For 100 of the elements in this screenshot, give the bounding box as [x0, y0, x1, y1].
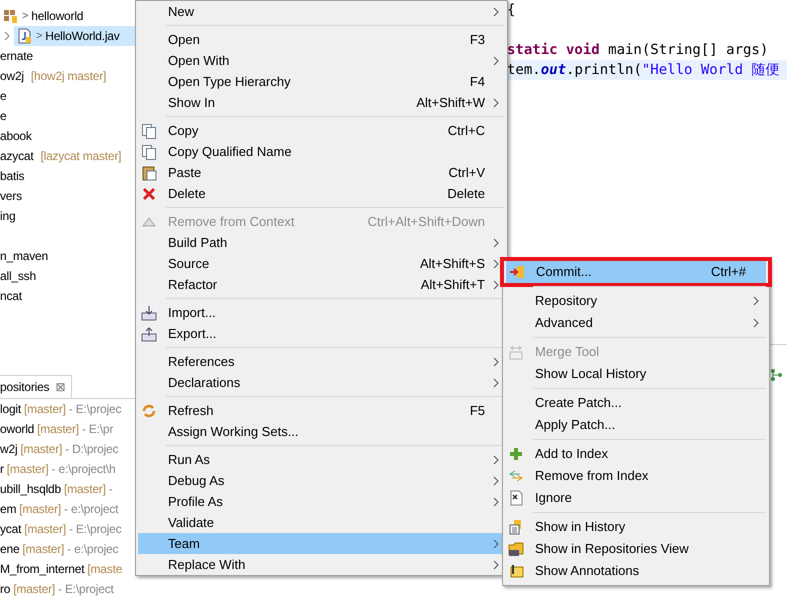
tree-item-label: e — [0, 108, 6, 125]
menu-item[interactable]: Remove from Index — [505, 465, 765, 487]
menu-item[interactable]: Delete Delete — [138, 183, 505, 204]
menu-item[interactable]: Show in History — [505, 516, 765, 538]
tree-item[interactable]: e — [0, 106, 135, 126]
shortcut-label: Ctrl+V — [448, 164, 485, 182]
branch-label: [lazycat master] — [40, 148, 122, 165]
tree-item[interactable]: n_maven — [0, 246, 135, 266]
project-name: logit — [0, 401, 22, 418]
menu-item-label: Refresh — [168, 402, 215, 420]
project-entry[interactable]: logit [master] - E:\projec — [0, 399, 135, 419]
tree-item[interactable]: azycat [lazycat master] — [0, 146, 135, 166]
project-entry[interactable]: w2j [master] - D:\projec — [0, 439, 135, 459]
menu-item[interactable]: Export... — [138, 323, 505, 344]
menu-item[interactable]: Ignore — [505, 487, 765, 509]
menu-item-label: New — [168, 2, 196, 21]
project-entry[interactable]: M_from_internet [maste — [0, 559, 135, 579]
tree-item[interactable]: ing — [0, 206, 135, 226]
menu-item[interactable]: Apply Patch... — [505, 414, 765, 436]
menu-item-label: Add to Index — [535, 445, 609, 464]
project-entry[interactable]: ycat [master] - E:\projec — [0, 519, 135, 539]
shortcut-label: F3 — [468, 30, 485, 49]
menu-item-label: Import... — [168, 304, 217, 322]
menu-item[interactable]: Copy Ctrl+C — [138, 120, 505, 141]
menu-item[interactable]: Open Type Hierarchy F4 — [138, 71, 505, 92]
menu-item-label: Copy Qualified Name — [168, 142, 293, 161]
menu-item[interactable]: Build Path — [138, 232, 505, 253]
project-entry[interactable]: ubill_hsqldb [master] - — [0, 479, 135, 499]
menu-item[interactable]: Add to Index — [505, 443, 765, 465]
menu-item-label: Source — [168, 254, 210, 273]
tree-item[interactable]: batis — [0, 166, 135, 186]
menu-item[interactable]: Refresh F5 — [138, 400, 505, 421]
menu-item-label: Ignore — [535, 489, 573, 508]
menu-item[interactable]: References — [138, 351, 505, 372]
tree-item[interactable]: e — [0, 86, 135, 106]
project-entry[interactable]: em [master] - e:\project — [0, 499, 135, 519]
menu-item[interactable]: Declarations — [138, 372, 505, 393]
tree-item-label: helloworld — [31, 8, 84, 25]
menu-item[interactable]: Show Local History — [505, 363, 765, 385]
menu-item[interactable]: Import... — [138, 302, 505, 323]
project-entry[interactable]: ene [master] - e:\projec — [0, 539, 135, 559]
project-entry[interactable]: ro [master] - E:\project — [0, 579, 135, 599]
menu-item-label: Debug As — [168, 472, 226, 490]
project-name: M_from_internet — [0, 561, 84, 578]
menu-item[interactable]: Debug As — [138, 470, 505, 491]
tree-item[interactable]: ernate — [0, 46, 135, 66]
menu-item-label: Delete — [168, 184, 207, 203]
menu-item-label: Export... — [168, 324, 218, 343]
menu-item[interactable]: Replace With — [138, 554, 505, 575]
tree-item[interactable]: ncat — [0, 286, 135, 306]
tree-item[interactable]: all_ssh — [0, 266, 135, 286]
repositories-tab[interactable]: positories ⊠ — [0, 375, 72, 398]
menu-item-label: Paste — [168, 164, 202, 182]
package-icon — [3, 8, 19, 24]
menu-item[interactable]: Source Alt+Shift+S — [138, 253, 505, 274]
menu-item-label: Remove from Context — [168, 212, 296, 231]
menu-item[interactable]: Copy Qualified Name — [138, 141, 505, 162]
branch-label: [master] — [20, 441, 62, 458]
import-icon — [141, 304, 157, 320]
menu-item-label: Show In — [168, 94, 216, 112]
menu-item-label: Show Annotations — [535, 562, 640, 580]
menu-item[interactable]: Show in Repositories View — [505, 538, 765, 560]
project-entry[interactable]: r [master] - e:\project\h — [0, 459, 135, 479]
branch-label: [master] — [24, 521, 66, 538]
tree-item[interactable]: > helloworld — [0, 6, 135, 26]
tree-nodes-icon — [770, 368, 782, 382]
menu-item[interactable]: Open F3 — [138, 29, 505, 50]
menu-item[interactable]: New — [138, 1, 505, 22]
close-icon[interactable]: ⊠ — [55, 378, 66, 396]
menu-item-label: Show in History — [535, 518, 626, 536]
project-path: - e:\projec — [67, 541, 118, 558]
java-file-icon — [17, 28, 33, 44]
plus-icon — [508, 446, 524, 462]
git-status-marker: > — [22, 8, 28, 24]
menu-item[interactable]: Paste Ctrl+V — [138, 162, 505, 183]
tree-item[interactable]: ow2j [how2j master] — [0, 66, 135, 86]
tree-item[interactable]: abook — [0, 126, 135, 146]
menu-item[interactable]: Assign Working Sets... — [138, 421, 505, 442]
ignored-file-icon — [508, 490, 524, 506]
tree-item-label: abook — [0, 128, 32, 145]
tree-item[interactable]: vers — [0, 186, 135, 206]
project-path: - E:\project — [58, 581, 114, 598]
git-status-marker: > — [36, 28, 42, 44]
menu-item[interactable]: Show In Alt+Shift+W — [138, 92, 505, 113]
project-entry[interactable]: oworld [master] - E:\pr — [0, 419, 135, 439]
project-path: - e:\project — [64, 501, 118, 518]
menu-item[interactable]: Profile As — [138, 491, 505, 512]
menu-item[interactable]: Team — [138, 533, 505, 554]
menu-item[interactable]: Show Annotations — [505, 560, 765, 582]
tree-item[interactable]: > HelloWorld.jav — [14, 26, 135, 46]
menu-item-label: Team — [168, 534, 201, 553]
menu-item-label: Show Local History — [535, 365, 648, 384]
menu-item[interactable]: Repository — [505, 290, 765, 312]
menu-item[interactable]: Validate — [138, 512, 505, 533]
menu-item[interactable]: Refactor Alt+Shift+T — [138, 274, 505, 295]
menu-item[interactable]: Run As — [138, 449, 505, 470]
menu-item[interactable]: Advanced — [505, 312, 765, 334]
menu-item[interactable]: Open With — [138, 50, 505, 71]
menu-item[interactable]: Commit... Ctrl+# — [506, 261, 766, 283]
menu-item[interactable]: Create Patch... — [505, 392, 765, 414]
